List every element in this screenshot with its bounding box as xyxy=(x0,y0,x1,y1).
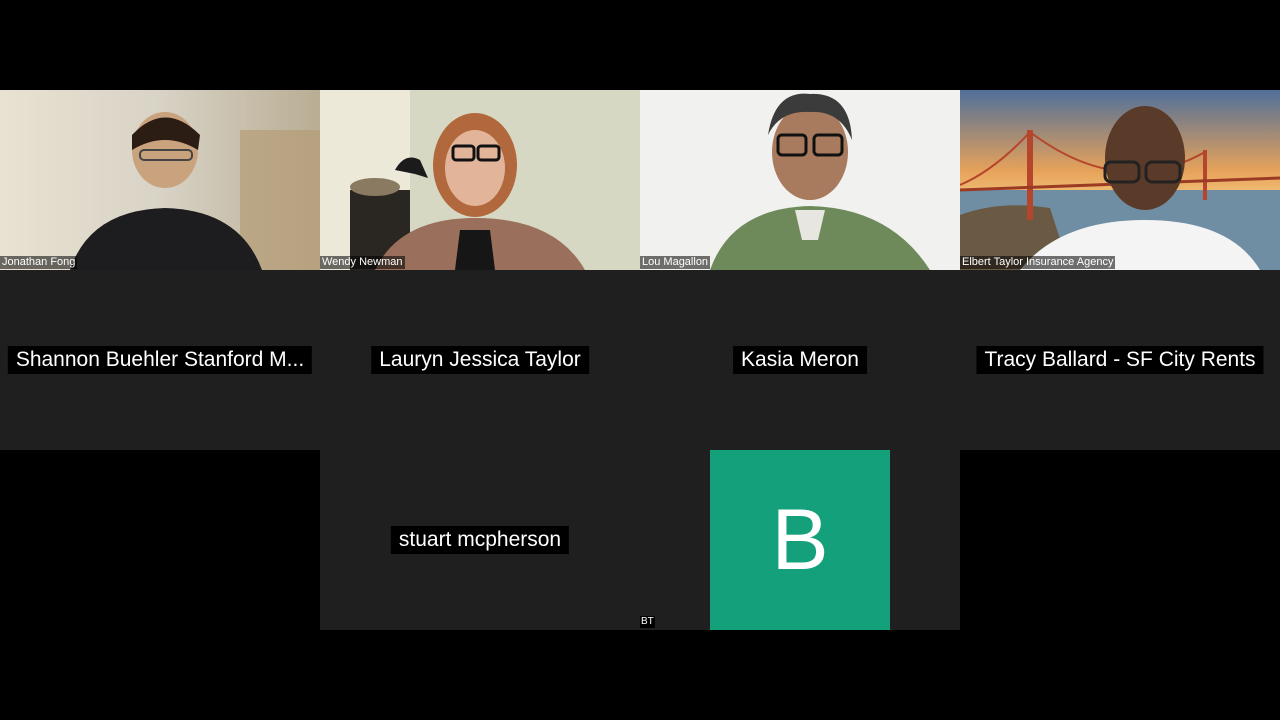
tile-lauryn-jessica-taylor[interactable]: Lauryn Jessica Taylor xyxy=(320,270,640,450)
participant-video xyxy=(960,90,1280,270)
participant-name: Jonathan Fong xyxy=(0,256,78,269)
video-tile-jonathan-fong[interactable]: Jonathan Fong xyxy=(0,90,320,270)
participant-video xyxy=(0,90,320,270)
video-tile-elbert-taylor[interactable]: Elbert Taylor Insurance Agency xyxy=(960,90,1280,270)
participant-name: Shannon Buehler Stanford M... xyxy=(7,346,313,374)
participant-name: Wendy Newman xyxy=(320,256,405,269)
participant-name: BT xyxy=(640,616,655,628)
avatar-initial: B xyxy=(771,491,829,588)
video-tile-wendy-newman[interactable]: Wendy Newman xyxy=(320,90,640,270)
participant-video xyxy=(640,90,960,270)
tile-tracy-ballard[interactable]: Tracy Ballard - SF City Rents xyxy=(960,270,1280,450)
participant-name: stuart mcpherson xyxy=(390,526,570,554)
participant-name: Tracy Ballard - SF City Rents xyxy=(976,346,1264,374)
tile-kasia-meron[interactable]: Kasia Meron xyxy=(640,270,960,450)
participant-name: Lauryn Jessica Taylor xyxy=(371,346,589,374)
participant-name: Elbert Taylor Insurance Agency xyxy=(960,256,1116,269)
tile-stuart-mcpherson[interactable]: stuart mcpherson xyxy=(320,450,640,630)
tile-avatar-bt[interactable]: B BT xyxy=(640,450,960,630)
video-tile-lou-magallon[interactable]: Lou Magallon xyxy=(640,90,960,270)
participant-name: Lou Magallon xyxy=(640,256,711,269)
participant-name: Kasia Meron xyxy=(733,346,867,374)
participant-video xyxy=(320,90,640,270)
avatar: B xyxy=(710,450,890,630)
tile-shannon-buehler[interactable]: Shannon Buehler Stanford M... xyxy=(0,270,320,450)
